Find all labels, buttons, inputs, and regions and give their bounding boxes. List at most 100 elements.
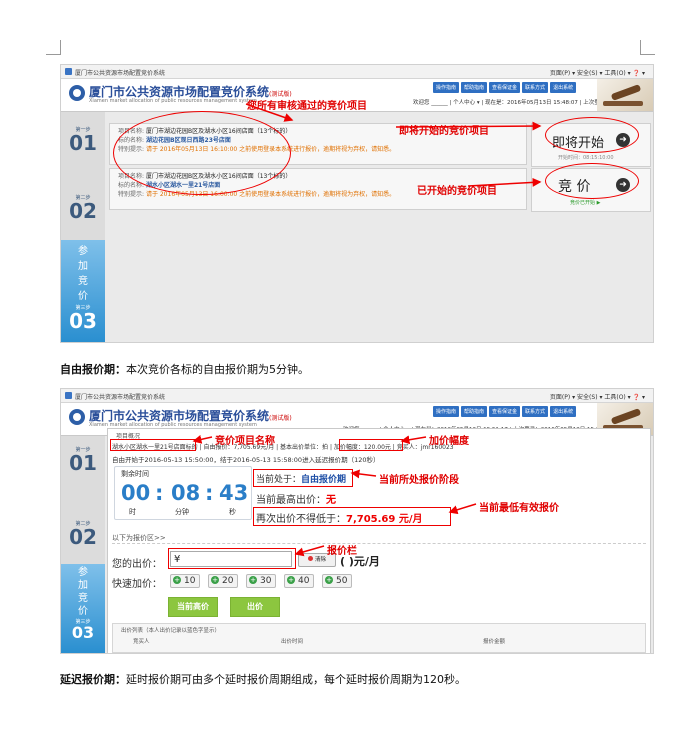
annotation-box-increment <box>339 439 403 451</box>
quick-add-10[interactable]: +10 <box>170 574 201 588</box>
clear-label: 清除 <box>314 557 326 563</box>
submit-bid-button[interactable]: 出价 <box>230 597 280 617</box>
step-3-char-2: 加 <box>78 261 88 272</box>
nav-guide[interactable]: 操作指南 <box>433 406 460 417</box>
top-nav: 操作指南 帮助指南 查看保证金 联系方式 退出系统 <box>433 406 577 417</box>
step-3-number: 03 <box>71 623 95 642</box>
gavel-icon <box>597 79 653 111</box>
highest-value: 无 <box>326 495 336 506</box>
annotation-ellipse-projects <box>113 111 291 195</box>
app-title-text: 厦门市公共资源市场配置竞价系统 <box>89 409 270 423</box>
soon-start-time: 开始时间：08:15:10:00 <box>558 155 614 161</box>
highest-line: 当前最高出价：无 <box>256 491 336 506</box>
record-col-buyer: 竞买人 <box>133 639 150 645</box>
step-2: 第二步 02 <box>61 178 105 238</box>
annotation-ellipse-soon <box>545 117 639 153</box>
annotation-min-price: 当前最低有效报价 <box>479 503 559 514</box>
annotation-box-min <box>253 507 451 526</box>
annotation-bid-box: 报价栏 <box>327 546 357 557</box>
top-nav: 操作指南 帮助指南 查看保证金 联系方式 退出系统 <box>433 82 577 93</box>
annotation-soon-projects: 即将开始的竞价项目 <box>399 126 489 137</box>
annotation-phase: 当前所处报价阶段 <box>379 475 459 486</box>
quick-add-20-label: 20 <box>222 576 234 586</box>
quick-add-30-label: 30 <box>260 576 272 586</box>
nav-logout[interactable]: 退出系统 <box>550 82 577 93</box>
step-3-char-1: 参 <box>78 567 88 578</box>
quick-add-10-label: 10 <box>184 576 196 586</box>
divider <box>112 543 646 544</box>
timer-seconds: 43 <box>219 481 249 505</box>
nav-logout[interactable]: 退出系统 <box>550 406 577 417</box>
app-title-text: 厦门市公共资源市场配置竞价系统 <box>89 85 270 99</box>
app-logo-icon <box>69 85 85 101</box>
quick-add-20[interactable]: +20 <box>208 574 239 588</box>
corner-mark-left <box>46 40 61 55</box>
timer-minutes: 08 <box>171 481 201 505</box>
quick-add-50[interactable]: +50 <box>322 574 353 588</box>
browser-tools[interactable]: 页面(P) ▾ 安全(S) ▾ 工具(O) ▾ ❓ ▾ <box>550 392 645 401</box>
plus-icon: + <box>173 576 181 584</box>
quick-add-40[interactable]: +40 <box>284 574 315 588</box>
bid-started-text: 竞价已开始 ▶ <box>570 200 601 206</box>
step-3[interactable]: 参 加 竞 价 第三步 03 <box>61 240 105 342</box>
browser-tab-title[interactable]: 厦门市公共资源市场配置竞价系统 <box>75 392 165 401</box>
nav-deposit[interactable]: 查看保证金 <box>489 406 521 417</box>
user-status-line: 欢迎您 ______ | 个人中心 ▾ | 现在是：2016年05月13日 15… <box>413 100 611 106</box>
record-col-amount: 报价金额 <box>483 639 506 645</box>
annotation-started-projects: 已开始的竞价项目 <box>417 186 497 197</box>
plus-icon: + <box>249 576 257 584</box>
caption-free-bid-title: 自由报价期： <box>60 363 126 376</box>
caption-delay-bid-text: 延时报价期可由多个延时报价周期组成，每个延时报价周期为120秒。 <box>126 673 466 686</box>
record-col-time: 出价时间 <box>281 639 304 645</box>
notice-key: 特别提示: <box>118 191 145 198</box>
nav-contact[interactable]: 联系方式 <box>522 82 549 93</box>
period-line: 自由开始于2016-05-13 15:50:00，结于2016-05-13 15… <box>112 456 380 464</box>
quick-add-30[interactable]: +30 <box>246 574 277 588</box>
timer-colon-2: : <box>205 481 214 505</box>
step-sidebar: 第一步 01 第二步 02 参 加 竞 价 第三步 03 <box>61 436 105 653</box>
screenshot-project-list: 厦门市公共资源市场配置竞价系统 页面(P) ▾ 安全(S) ▾ 工具(O) ▾ … <box>60 64 654 343</box>
your-bid-label: 您的出价： <box>112 559 162 570</box>
caption-delay-bid-title: 延迟报价期： <box>60 673 126 686</box>
annotation-ellipse-bid <box>545 163 639 199</box>
nav-guide[interactable]: 操作指南 <box>433 82 460 93</box>
nav-deposit[interactable]: 查看保证金 <box>489 82 521 93</box>
browser-tab-icon <box>65 392 72 399</box>
countdown-timer: 剩余时间 00 : 08 : 43 时 分钟 秒 <box>114 466 252 520</box>
annotation-box-target <box>110 439 196 451</box>
browser-tab-title[interactable]: 厦门市公共资源市场配置竞价系统 <box>75 68 165 77</box>
annotation-increment: 加价幅度 <box>429 436 469 447</box>
plus-icon: + <box>287 576 295 584</box>
record-table: 出价列表（本人出价记录以蓝色字显示） 竞买人 出价时间 报价金额 <box>112 623 646 653</box>
timer-minutes-unit: 分钟 <box>175 508 189 516</box>
step-3-char-3: 竞 <box>78 593 88 604</box>
step-1-number: 01 <box>69 451 97 475</box>
caption-free-bid: 自由报价期：本次竞价各标的自由报价期为5分钟。 <box>60 361 309 377</box>
nav-contact[interactable]: 联系方式 <box>522 406 549 417</box>
caption-free-bid-text: 本次竞价各标的自由报价期为5分钟。 <box>126 363 309 376</box>
bidding-panel: 项目概况 湖水小区湖水一里21号店面标的 | 自由报价：7,705.69元/月 … <box>107 428 651 653</box>
step-3-char-1: 参 <box>78 246 88 257</box>
highest-label: 当前最高出价： <box>256 495 326 506</box>
remaining-label: 剩余时间 <box>121 470 149 478</box>
nav-help[interactable]: 帮助指南 <box>461 406 488 417</box>
record-title: 出价列表（本人出价记录以蓝色字显示） <box>121 628 221 634</box>
browser-tools[interactable]: 页面(P) ▾ 安全(S) ▾ 工具(O) ▾ ❓ ▾ <box>550 68 645 77</box>
step-sidebar: 第一步 01 第二步 02 参 加 竞 价 第三步 03 <box>61 112 105 342</box>
caption-delay-bid: 延迟报价期：延时报价期可由多个延时报价周期组成，每个延时报价周期为120秒。 <box>60 671 466 687</box>
plus-icon: + <box>211 576 219 584</box>
step-1: 第一步 01 <box>61 440 105 500</box>
screenshot-bidding: 厦门市公共资源市场配置竞价系统 页面(P) ▾ 安全(S) ▾ 工具(O) ▾ … <box>60 388 654 654</box>
step-3[interactable]: 参 加 竞 价 第三步 03 <box>61 564 105 653</box>
bid-area-title: 以下为报价区>> <box>112 534 166 542</box>
browser-bar: 厦门市公共资源市场配置竞价系统 页面(P) ▾ 安全(S) ▾ 工具(O) ▾ … <box>61 65 653 79</box>
nav-help[interactable]: 帮助指南 <box>461 82 488 93</box>
app-logo-icon <box>69 409 85 425</box>
current-high-button[interactable]: 当前高价 <box>168 597 218 617</box>
step-3-char-4: 价 <box>78 291 88 302</box>
step-1-number: 01 <box>69 131 97 155</box>
timer-hours-unit: 时 <box>129 508 136 516</box>
timer-hours: 00 <box>121 481 151 505</box>
plus-icon: + <box>325 576 333 584</box>
annotation-reviewed-projects: 您所有审核通过的竞价项目 <box>247 101 367 112</box>
